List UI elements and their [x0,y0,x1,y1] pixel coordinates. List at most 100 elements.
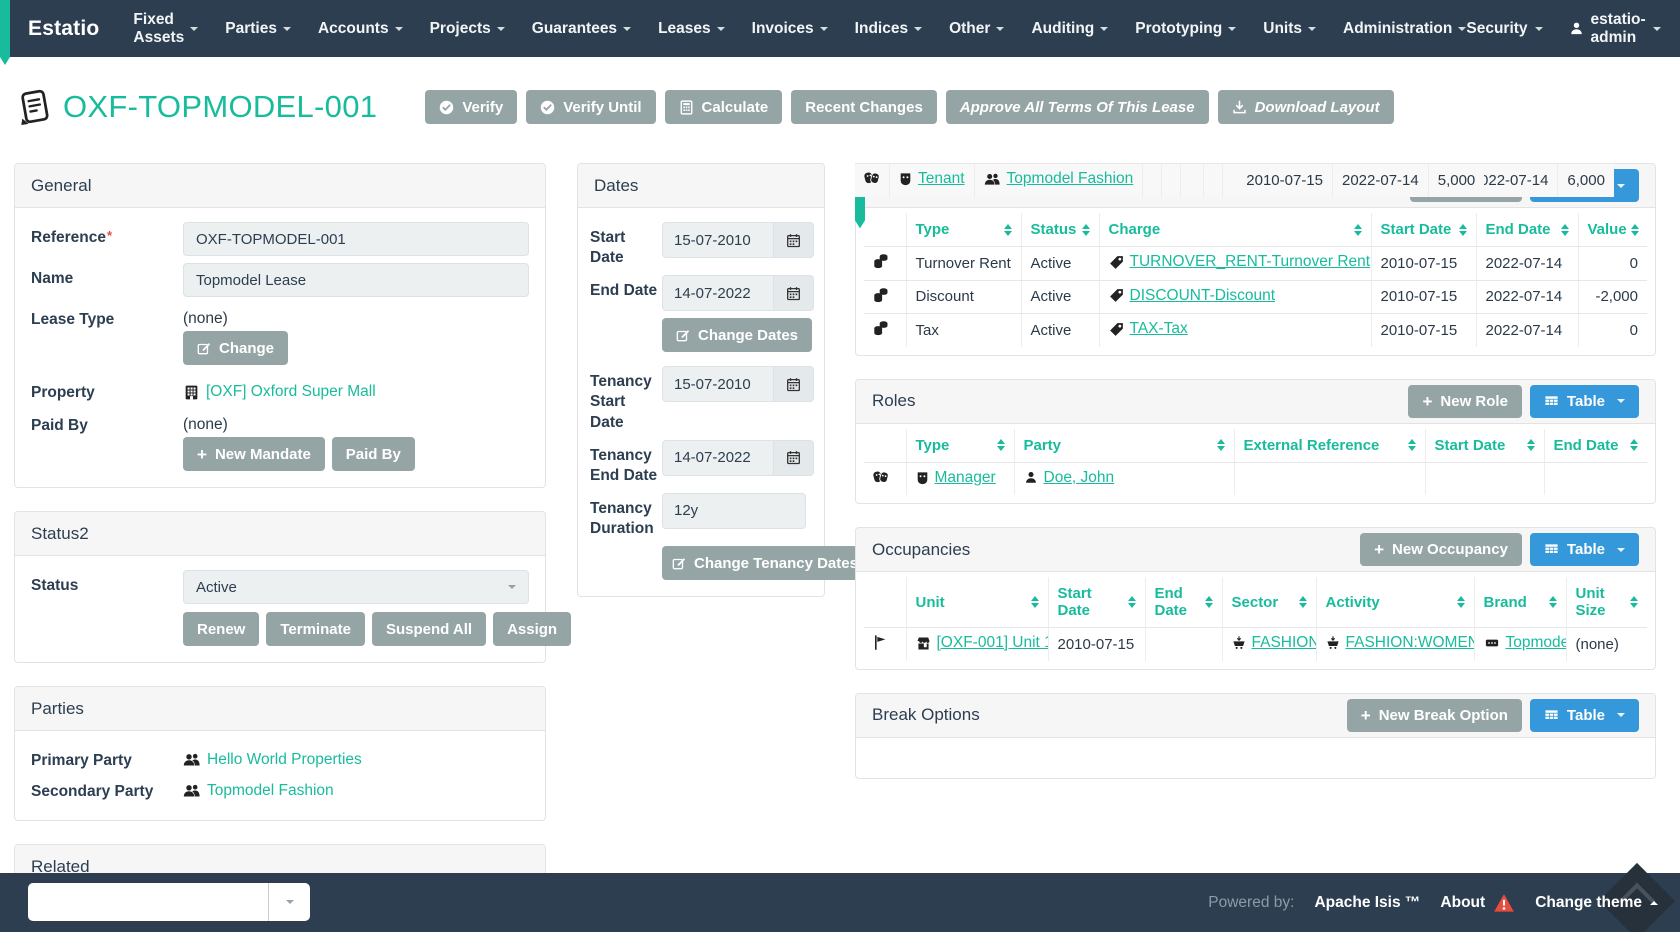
title-bar: OXF-TOPMODEL-001 Verify Verify Until Cal… [16,88,1656,126]
occ-col-end-date[interactable]: End Date [1145,577,1222,628]
name-input[interactable] [183,263,529,297]
nav-item-other[interactable]: Other [949,20,1004,38]
charge-link[interactable]: TAX-Tax [1130,320,1188,338]
brand-estatio[interactable]: Estatio [28,17,99,41]
occ-col-unit-size[interactable]: Unit Size [1566,577,1647,628]
reference-input[interactable] [183,222,529,256]
brand-link[interactable]: Topmodel [1506,634,1567,652]
paid-by-button[interactable]: Paid By [332,437,415,471]
nav-item-projects[interactable]: Projects [430,20,505,38]
edit-icon [197,341,211,355]
reference-label: Reference* [31,222,183,247]
roles-table-view-button[interactable]: Table [1530,385,1639,418]
calculate-button[interactable]: Calculate [665,90,783,124]
calendar-button[interactable] [774,440,814,476]
change-theme-link[interactable]: Change theme [1535,894,1658,912]
occ-col-brand[interactable]: Brand [1474,577,1566,628]
roles-col-external-reference[interactable]: External Reference [1234,429,1425,462]
start-date-input[interactable] [662,222,774,258]
items-col-start-date[interactable]: Start Date [1371,213,1476,246]
page-title: OXF-TOPMODEL-001 [63,89,377,125]
items-col-charge[interactable]: Charge [1099,213,1371,246]
occ-col-sector[interactable]: Sector [1222,577,1316,628]
renew-button[interactable]: Renew [183,612,259,646]
chevron-down-icon [497,27,505,31]
nav-item-fixed-assets[interactable]: Fixed Assets [133,11,198,47]
occ-col-unit[interactable]: Unit [906,577,1048,628]
tenancy-duration-input[interactable] [662,493,806,529]
property-link[interactable]: [OXF] Oxford Super Mall [183,383,376,401]
chevron-down-icon [1617,713,1625,717]
break-options-table-view-button[interactable]: Table [1530,699,1639,732]
change-lease-type-button[interactable]: Change [183,331,288,365]
roles-col-end-date[interactable]: End Date [1544,429,1647,462]
items-col-end-date[interactable]: End Date [1476,213,1578,246]
new-break-option-button[interactable]: +New Break Option [1347,699,1522,732]
change-tenancy-dates-button[interactable]: Change Tenancy Dates [662,546,868,580]
nav-item-prototyping[interactable]: Prototyping [1135,20,1236,38]
new-role-button[interactable]: +New Role [1408,385,1521,418]
end-date-input[interactable] [662,275,774,311]
items-col-type[interactable]: Type [906,213,1021,246]
user-menu[interactable]: estatio-admin [1569,11,1661,47]
tenancy-start-date-input[interactable] [662,366,774,402]
new-mandate-button[interactable]: +New Mandate [183,437,325,471]
nav-item-administration[interactable]: Administration [1343,20,1466,38]
about-link[interactable]: About [1440,893,1515,913]
suspend-all-button[interactable]: Suspend All [372,612,486,646]
nav-item-units[interactable]: Units [1263,20,1316,38]
sector-link[interactable]: FASHION [1252,634,1317,652]
occ-col-activity[interactable]: Activity [1316,577,1474,628]
tenancy-end-date-input[interactable] [662,440,774,476]
nav-item-guarantees[interactable]: Guarantees [532,20,631,38]
assign-button[interactable]: Assign [493,612,571,646]
roles-col-party[interactable]: Party [1014,429,1234,462]
nav-item-security[interactable]: Security [1466,20,1542,38]
apache-isis-link[interactable]: Apache Isis ™ [1314,894,1420,912]
table-row: Turnover Rent Active TURNOVER_RENT-Turno… [864,247,1647,280]
secondary-party-link[interactable]: Topmodel Fashion [183,782,334,800]
charge-link[interactable]: DISCOUNT-Discount [1130,287,1276,305]
items-col-value[interactable]: Value [1578,213,1647,246]
calendar-button[interactable] [774,366,814,402]
charge-link[interactable]: TURNOVER_RENT-Turnover Rent [1130,253,1371,271]
nav-item-invoices[interactable]: Invoices [752,20,828,38]
footer-search-select[interactable] [28,883,310,921]
roles-col-type[interactable]: Type [906,429,1014,462]
dates-panel-header: Dates [578,164,824,208]
recent-changes-button[interactable]: Recent Changes [791,90,937,124]
activity-link[interactable]: FASHION:WOMEN [1346,634,1475,652]
verify-until-button[interactable]: Verify Until [526,90,655,124]
role-party-link[interactable]: Topmodel Fashion [1007,170,1134,188]
new-occupancy-button[interactable]: +New Occupancy [1360,533,1522,566]
roles-col-start-date[interactable]: Start Date [1425,429,1544,462]
role-type-link[interactable]: Manager [935,469,996,487]
occupancies-table-view-button[interactable]: Table [1530,533,1639,566]
nav-item-auditing[interactable]: Auditing [1031,20,1108,38]
items-col-status[interactable]: Status [1021,213,1099,246]
middle-column: Dates Start Date End Date [577,163,825,620]
calendar-button[interactable] [774,275,814,311]
primary-party-link[interactable]: Hello World Properties [183,751,362,769]
role-party-link[interactable]: Doe, John [1044,469,1115,487]
users-icon [183,752,201,768]
change-dates-button[interactable]: Change Dates [662,318,812,352]
status-select[interactable]: Active [183,570,529,604]
nav-item-leases[interactable]: Leases [658,20,725,38]
nav-item-accounts[interactable]: Accounts [318,20,403,38]
approve-all-terms-button[interactable]: Approve All Terms Of This Lease [946,90,1209,124]
verify-button[interactable]: Verify [425,90,517,124]
top-navbar: Estatio Fixed Assets Parties Accounts Pr… [0,0,1680,57]
terminate-button[interactable]: Terminate [266,612,365,646]
unit-link[interactable]: [OXF-001] Unit 1 [937,634,1049,652]
nav-item-indices[interactable]: Indices [855,20,922,38]
sort-icon [1459,224,1467,236]
brand-icon [1484,636,1500,650]
nav-item-parties[interactable]: Parties [225,20,291,38]
sort-icon [1299,596,1307,608]
download-layout-button[interactable]: Download Layout [1218,90,1394,124]
calendar-button[interactable] [774,222,814,258]
occ-col-start-date[interactable]: Start Date [1048,577,1145,628]
role-type-link[interactable]: Tenant [918,170,965,188]
plus-icon: + [1374,541,1384,558]
